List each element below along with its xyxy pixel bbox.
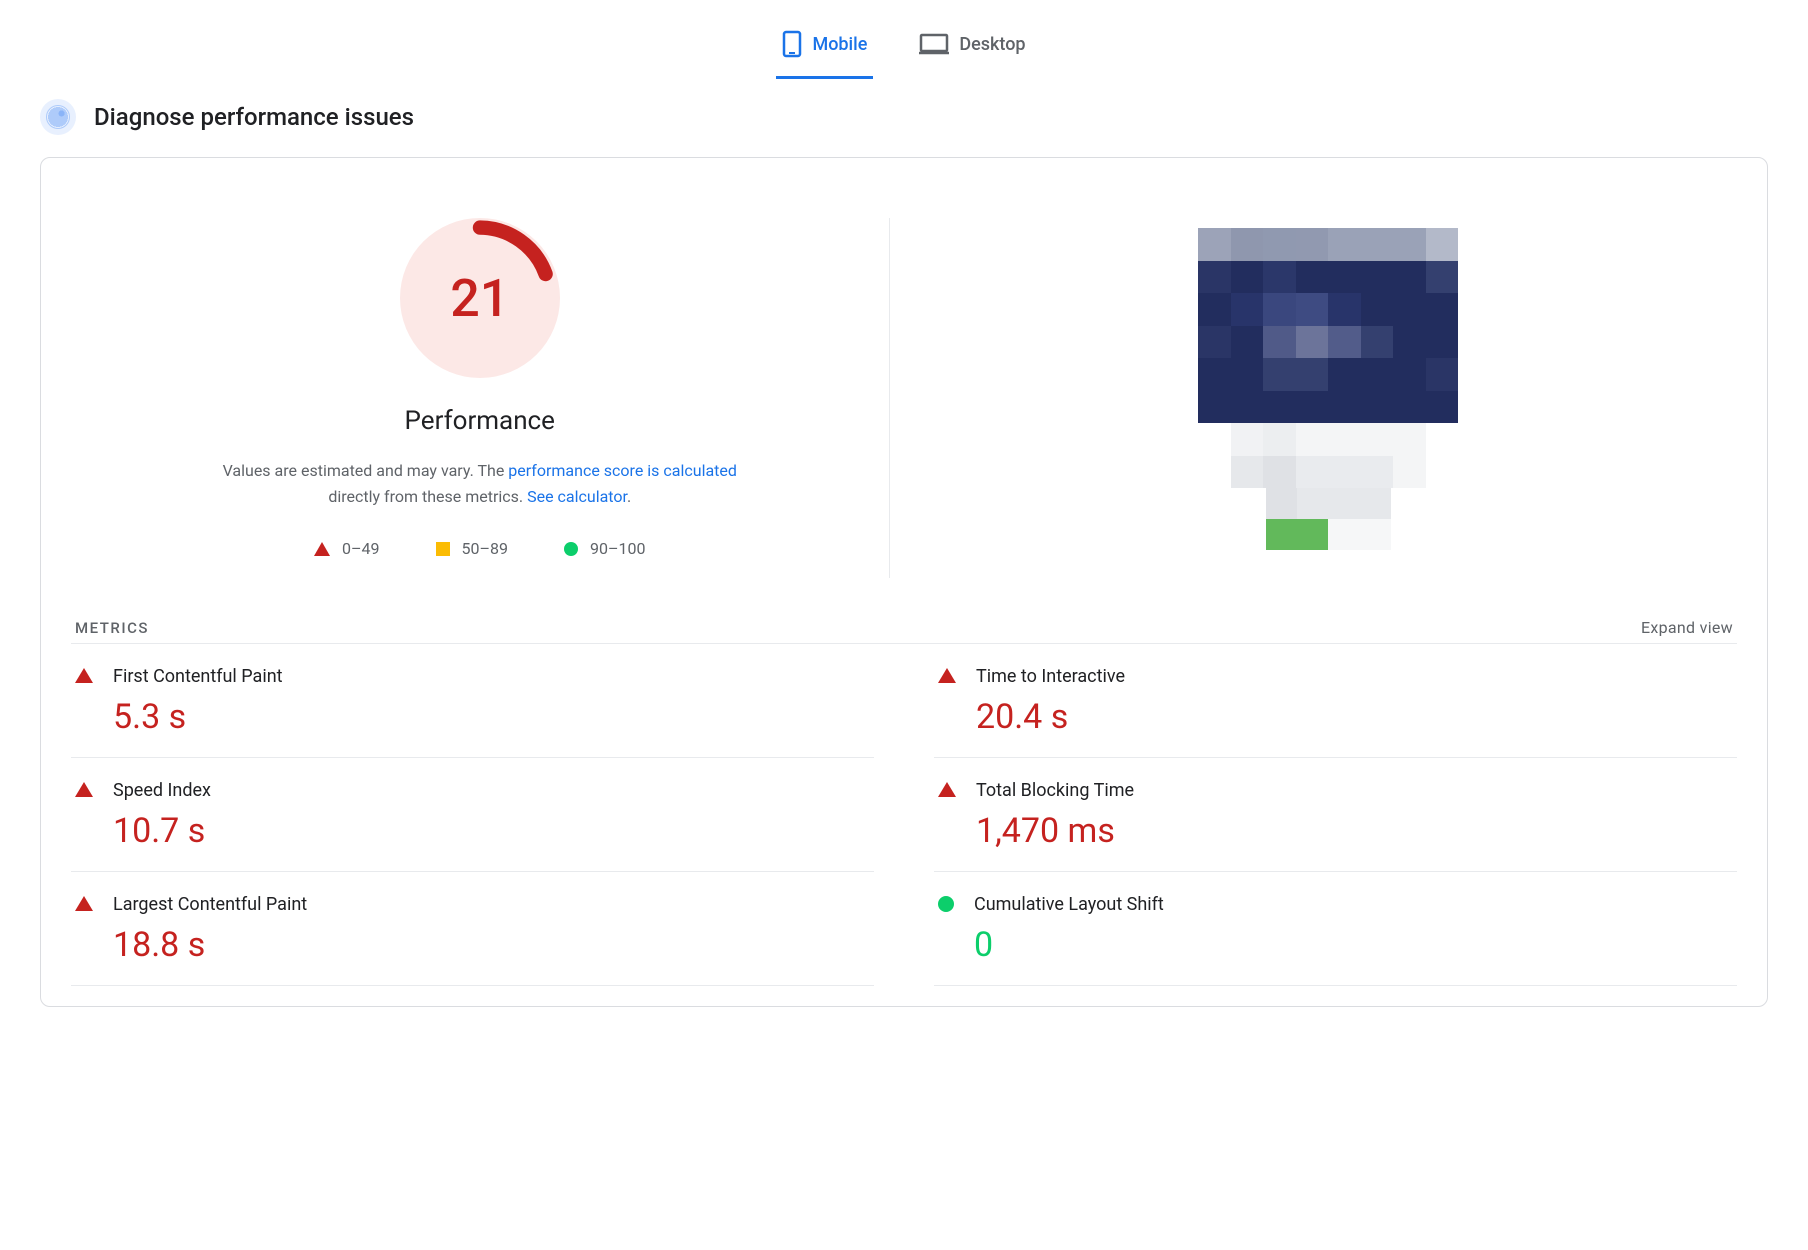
tab-desktop-label: Desktop xyxy=(959,34,1025,55)
metric-value: 20.4 s xyxy=(976,697,1125,737)
desc-text-2: directly from these metrics. xyxy=(328,487,527,506)
legend-green: 90–100 xyxy=(564,539,645,558)
metric-first-contentful-paint[interactable]: First Contentful Paint 5.3 s xyxy=(71,644,874,758)
metric-name: Speed Index xyxy=(113,780,211,801)
metric-cumulative-layout-shift[interactable]: Cumulative Layout Shift 0 xyxy=(934,872,1737,986)
performance-label: Performance xyxy=(405,406,555,436)
legend-orange-label: 50–89 xyxy=(462,539,508,558)
metric-name: First Contentful Paint xyxy=(113,666,283,687)
desktop-icon xyxy=(919,33,949,55)
triangle-red-icon xyxy=(938,668,956,683)
mobile-icon xyxy=(782,30,802,58)
score-gauge: 21 xyxy=(400,218,560,378)
circle-green-icon xyxy=(564,542,578,556)
triangle-red-icon xyxy=(75,896,93,911)
metric-name: Total Blocking Time xyxy=(976,780,1134,801)
score-legend: 0–49 50–89 90–100 xyxy=(314,539,645,558)
see-calculator-link[interactable]: See calculator xyxy=(527,487,627,506)
metric-time-to-interactive[interactable]: Time to Interactive 20.4 s xyxy=(934,644,1737,758)
device-tabs: Mobile Desktop xyxy=(40,0,1768,79)
performance-description: Values are estimated and may vary. The p… xyxy=(200,458,760,509)
circle-green-icon xyxy=(938,896,954,912)
metrics-header: METRICS Expand view xyxy=(71,618,1737,644)
section-header: Diagnose performance issues xyxy=(40,99,1768,135)
triangle-red-icon xyxy=(75,782,93,797)
metrics-label: METRICS xyxy=(75,619,149,637)
triangle-red-icon xyxy=(314,542,330,556)
tab-mobile[interactable]: Mobile xyxy=(776,20,873,79)
triangle-red-icon xyxy=(938,782,956,797)
performance-score-panel: 21 Performance Values are estimated and … xyxy=(71,218,890,578)
score-value: 21 xyxy=(400,218,560,378)
expand-view-link[interactable]: Expand view xyxy=(1641,618,1733,637)
metric-speed-index[interactable]: Speed Index 10.7 s xyxy=(71,758,874,872)
desc-text-1: Values are estimated and may vary. The xyxy=(223,461,509,480)
page-screenshot-blurred xyxy=(1198,228,1458,550)
metric-value: 18.8 s xyxy=(113,925,307,965)
legend-orange: 50–89 xyxy=(436,539,508,558)
metric-name: Time to Interactive xyxy=(976,666,1125,687)
legend-red: 0–49 xyxy=(314,539,379,558)
metric-largest-contentful-paint[interactable]: Largest Contentful Paint 18.8 s xyxy=(71,872,874,986)
perf-score-calc-link[interactable]: performance score is calculated xyxy=(508,461,737,480)
metric-value: 5.3 s xyxy=(113,697,283,737)
desc-text-3: . xyxy=(627,487,631,506)
metrics-grid: First Contentful Paint 5.3 s Time to Inter… xyxy=(71,644,1737,986)
performance-card: 21 Performance Values are estimated and … xyxy=(40,157,1768,1007)
square-orange-icon xyxy=(436,542,450,556)
lighthouse-icon xyxy=(40,99,76,135)
metric-value: 0 xyxy=(974,925,1164,965)
metric-value: 10.7 s xyxy=(113,811,211,851)
tab-desktop[interactable]: Desktop xyxy=(913,20,1031,79)
legend-green-label: 90–100 xyxy=(590,539,645,558)
triangle-red-icon xyxy=(75,668,93,683)
legend-red-label: 0–49 xyxy=(342,539,379,558)
tab-mobile-label: Mobile xyxy=(812,34,867,55)
section-title: Diagnose performance issues xyxy=(94,103,414,131)
page-preview-panel xyxy=(920,218,1738,550)
metric-total-blocking-time[interactable]: Total Blocking Time 1,470 ms xyxy=(934,758,1737,872)
metric-name: Cumulative Layout Shift xyxy=(974,894,1164,915)
metric-name: Largest Contentful Paint xyxy=(113,894,307,915)
metric-value: 1,470 ms xyxy=(976,811,1134,851)
